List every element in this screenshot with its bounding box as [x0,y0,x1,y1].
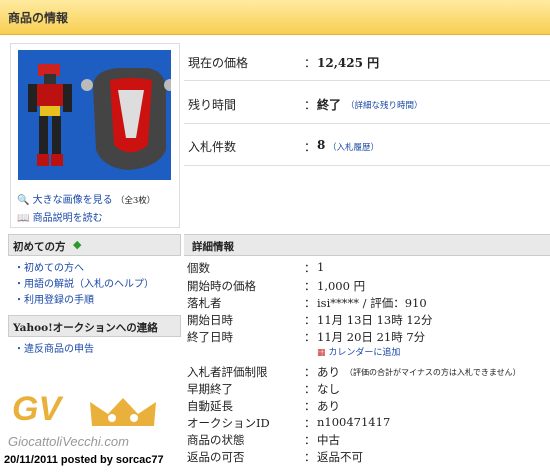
time-detail-link[interactable]: （詳細な残り時間） [346,99,423,111]
detail-label: 開始日時 [187,313,233,327]
contact-title: Yahoo!オークションへの連絡 [13,322,158,334]
detail-value: あり [317,365,340,379]
bid-count-label: 入札件数 [188,140,237,154]
crown-icon [90,398,156,426]
sidebar-link[interactable]: ・違反商品の申告 [14,340,94,355]
price-label: 現在の価格 [188,56,249,70]
details-title: 詳細情報 [192,241,234,253]
sidebar-link[interactable]: ・利用登録の手順 [14,291,94,306]
detail-value: 1 [317,260,325,274]
detail-value: 中古 [317,433,340,447]
time-left-value: 終了 [317,98,342,112]
product-photo[interactable] [18,50,171,180]
magnifier-icon: 🔍 [17,195,30,206]
detail-value: あり [317,399,340,413]
divider [184,165,550,166]
colon: ： [304,433,316,447]
calendar-icon: ▦ [317,348,326,358]
sidebar-link[interactable]: ・初めての方へ [14,259,84,274]
detail-note: （評価の合計がマイナスの方は入札できません） [345,368,521,377]
watermark-logo: GV [12,390,62,428]
watermark-site: GiocattoliVecchi.com [8,434,129,449]
divider [184,123,550,124]
colon: ： [304,313,316,327]
colon: ： [304,279,316,293]
colon: ： [304,450,316,464]
beginner-icon: ◆ [73,238,82,251]
colon: ： [304,56,317,70]
detail-value: なし [317,382,340,396]
colon: ： [304,330,316,344]
detail-value: 11月 13日 13時 12分 [317,313,433,327]
detail-value: n100471417 [317,415,391,429]
colon: ： [304,365,316,379]
colon: ： [304,296,316,310]
detail-label: 入札者評価制限 [187,365,268,379]
calendar-link[interactable]: ▦ カレンダーに追加 [317,345,400,358]
bid-history-link[interactable]: （入札履歴） [328,141,379,153]
colon: ： [304,261,316,275]
sidebar-link[interactable]: ・用語の解説（入札のヘルプ） [14,275,154,290]
detail-value: isi***** / 評価：910 [317,296,427,310]
large-image-link[interactable]: 🔍 大きな画像を見る （全3枚） [17,191,155,206]
detail-label: 落札者 [187,296,222,310]
detail-label: 個数 [187,261,210,275]
first-time-box: 初めての方 ◆ [8,234,181,256]
watermark-caption: 20/11/2011 posted by sorcac77 [4,454,164,466]
divider [184,80,550,81]
detail-label: 終了日時 [187,330,233,344]
watermark: GV GiocattoliVecchi.com 20/11/2011 poste… [4,390,198,472]
detail-value: 返品不可 [317,450,363,464]
robot-head [81,68,171,170]
contact-box: Yahoo!オークションへの連絡 [8,315,181,337]
detail-label: 開始時の価格 [187,279,256,293]
colon: ： [304,98,317,112]
detail-value: 1,000 円 [317,279,366,293]
section-header: 商品の情報 [0,0,550,35]
first-time-title: 初めての方 [13,241,66,253]
price-value: 12,425 円 [317,56,380,70]
colon: ： [304,416,316,430]
details-header: 詳細情報 [184,234,550,256]
time-left-label: 残り時間 [188,98,237,112]
description-link[interactable]: 📖 商品説明を読む [17,209,103,224]
robot-figure [28,64,72,166]
detail-value: 11月 20日 21時 7分 [317,330,426,344]
bid-count-value: 8 [317,138,326,152]
image-box: 🔍 大きな画像を見る （全3枚） 📖 商品説明を読む [10,43,180,228]
colon: ： [304,399,316,413]
colon: ： [304,140,317,154]
detail-label: オークションID [187,416,270,430]
colon: ： [304,382,316,396]
section-title: 商品の情報 [8,11,69,25]
book-icon: 📖 [17,213,30,224]
